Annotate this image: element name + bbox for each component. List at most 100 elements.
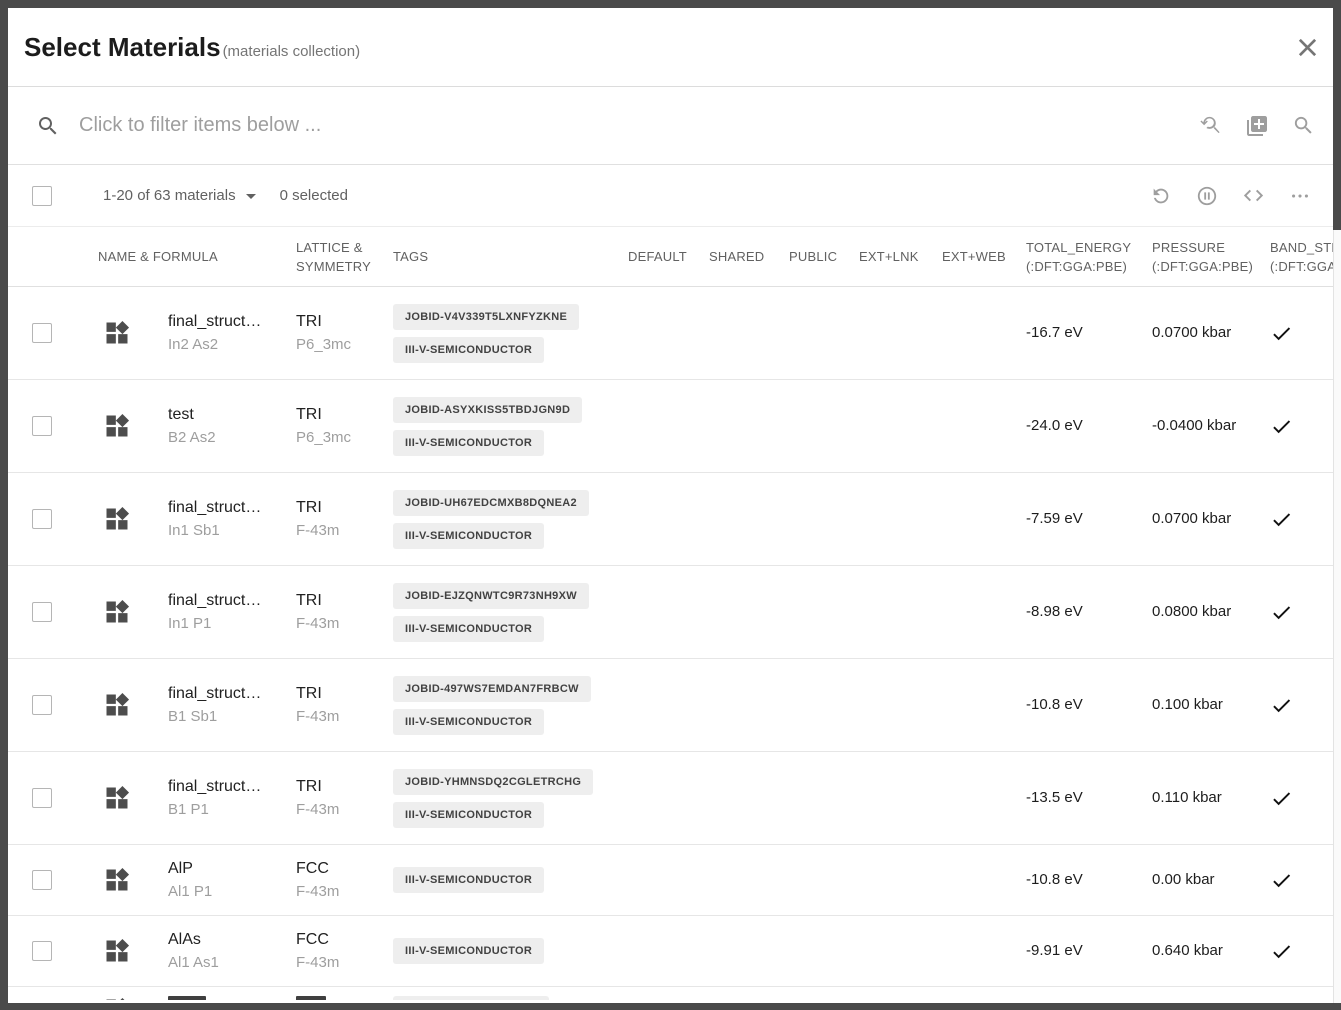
- material-widgets-icon: [103, 866, 168, 894]
- tag-chip: JOBID-ASYXKISS5TBDJGN9D: [393, 397, 582, 423]
- material-name: final_struct…: [168, 590, 288, 611]
- column-header-default: DEFAULT: [620, 247, 701, 266]
- band-structure-check-icon: [1270, 508, 1341, 531]
- table-row[interactable]: AlP Al1 P1 FCC F-43m III-V-SEMICONDUCTOR…: [8, 845, 1341, 916]
- total-energy-value: -7.59 eV: [1026, 510, 1083, 527]
- pressure-value: 0.0800 kbar: [1152, 603, 1231, 620]
- close-icon[interactable]: [1294, 34, 1321, 61]
- total-energy-value: -24.0 eV: [1026, 417, 1083, 434]
- table-header-row: NAME & FORMULA LATTICE & SYMMETRY TAGS D…: [8, 227, 1341, 287]
- pressure-value: 0.100 kbar: [1152, 696, 1223, 713]
- material-name-clipped: [168, 996, 288, 1000]
- material-formula: In2 As2: [168, 335, 288, 355]
- add-to-collection-icon[interactable]: [1245, 114, 1269, 138]
- tag-chip: III-V-SEMICONDUCTOR: [393, 523, 544, 549]
- column-header-lattice-symmetry: LATTICE & SYMMETRY: [288, 238, 385, 276]
- tag-chip: JOBID-YHMNSDQ2CGLETRCHG: [393, 769, 593, 795]
- tag-chip: III-V-SEMICONDUCTOR: [393, 802, 544, 828]
- material-widgets-icon: [103, 412, 168, 440]
- select-materials-dialog: Select Materials (materials collection): [8, 8, 1341, 1003]
- select-all-checkbox[interactable]: [32, 186, 52, 206]
- symmetry-group: F-43m: [296, 953, 385, 973]
- material-name: final_struct…: [168, 497, 288, 518]
- code-icon[interactable]: [1242, 184, 1265, 207]
- material-name: final_struct…: [168, 311, 288, 332]
- lattice-type: TRI: [296, 311, 385, 332]
- column-header-ext-web: EXT+WEB: [934, 247, 1018, 266]
- lattice-type: TRI: [296, 590, 385, 611]
- more-options-icon[interactable]: [1289, 185, 1311, 207]
- row-checkbox[interactable]: [32, 870, 52, 890]
- material-formula: B1 Sb1: [168, 707, 288, 727]
- band-structure-check-icon: [1270, 322, 1341, 345]
- material-formula: B1 P1: [168, 800, 288, 820]
- search-icon: [36, 114, 60, 138]
- total-energy-value: -10.8 eV: [1026, 871, 1083, 888]
- pressure-value: 0.0700 kbar: [1152, 324, 1231, 341]
- total-energy-value: -13.5 eV: [1026, 789, 1083, 806]
- tags-cell: JOBID-497WS7EMDAN7FRBCWIII-V-SEMICONDUCT…: [385, 676, 620, 735]
- total-energy-value: -16.7 eV: [1026, 324, 1083, 341]
- table-row-partial[interactable]: [8, 987, 1341, 1000]
- materials-table-body: final_struct… In2 As2 TRI P6_3mc JOBID-V…: [8, 287, 1341, 987]
- table-row[interactable]: final_struct… In1 P1 TRI F-43m JOBID-EJZ…: [8, 566, 1341, 659]
- symmetry-group: F-43m: [296, 521, 385, 541]
- band-structure-check-icon: [1270, 940, 1341, 963]
- symmetry-group: P6_3mc: [296, 335, 385, 355]
- column-header-name-formula: NAME & FORMULA: [98, 247, 288, 266]
- filter-input[interactable]: [79, 114, 1199, 137]
- table-row[interactable]: test B2 As2 TRI P6_3mc JOBID-ASYXKISS5TB…: [8, 380, 1341, 473]
- table-row[interactable]: final_struct… B1 P1 TRI F-43m JOBID-YHMN…: [8, 752, 1341, 845]
- pagination-dropdown[interactable]: 1-20 of 63 materials: [103, 187, 256, 204]
- material-widgets-icon: [103, 691, 168, 719]
- pause-circle-icon[interactable]: [1196, 185, 1218, 207]
- symmetry-group: F-43m: [296, 882, 385, 902]
- pressure-value: 0.0700 kbar: [1152, 510, 1231, 527]
- material-formula: Al1 As1: [168, 953, 288, 973]
- material-widgets-icon: [103, 505, 168, 533]
- pagination-range-label: 1-20 of 63 materials: [103, 187, 236, 204]
- filter-bar: [8, 87, 1341, 165]
- material-formula: B2 As2: [168, 428, 288, 448]
- material-widgets-icon: [103, 319, 168, 347]
- row-checkbox[interactable]: [32, 602, 52, 622]
- list-toolbar: 1-20 of 63 materials 0 selected: [8, 165, 1341, 227]
- tags-cell: JOBID-UH67EDCMXB8DQNEA2 III-V-SEMICONDUCT…: [385, 490, 620, 549]
- search-action-icon[interactable]: [1292, 114, 1315, 137]
- tag-chip: III-V-SEMICONDUCTOR: [393, 337, 544, 363]
- dialog-title: Select Materials: [24, 32, 221, 63]
- row-checkbox[interactable]: [32, 323, 52, 343]
- material-widgets-icon: [103, 996, 168, 1000]
- table-row[interactable]: AlAs Al1 As1 FCC F-43m III-V-SEMICONDUCT…: [8, 916, 1341, 987]
- search-history-icon[interactable]: [1199, 114, 1222, 137]
- lattice-type: FCC: [296, 858, 385, 879]
- row-checkbox[interactable]: [32, 695, 52, 715]
- tag-chip: JOBID-V4V339T5LXNFYZKNE: [393, 304, 579, 330]
- column-header-tags: TAGS: [385, 247, 620, 266]
- table-row[interactable]: final_struct… In2 As2 TRI P6_3mc JOBID-V…: [8, 287, 1341, 380]
- scrollbar-track[interactable]: [1333, 8, 1341, 1003]
- table-row[interactable]: final_struct… B1 Sb1 TRI F-43m JOBID-497…: [8, 659, 1341, 752]
- row-checkbox[interactable]: [32, 941, 52, 961]
- column-header-public: PUBLIC: [781, 247, 851, 266]
- column-header-pressure: PRESSURE (:DFT:GGA:PBE): [1144, 238, 1262, 276]
- tag-chip: JOBID-UH67EDCMXB8DQNEA2: [393, 490, 589, 516]
- refresh-icon[interactable]: [1150, 185, 1172, 207]
- row-checkbox[interactable]: [32, 509, 52, 529]
- band-structure-check-icon: [1270, 601, 1341, 624]
- table-row[interactable]: final_struct… In1 Sb1 TRI F-43m JOBID-UH…: [8, 473, 1341, 566]
- tags-cell: JOBID-YHMNSDQ2CGLETRCHG III-V-SEMICONDUCT…: [385, 769, 620, 828]
- row-checkbox[interactable]: [32, 788, 52, 808]
- material-name: test: [168, 404, 288, 425]
- dialog-subtitle: (materials collection): [223, 43, 361, 60]
- band-structure-check-icon: [1270, 694, 1341, 717]
- row-checkbox[interactable]: [32, 416, 52, 436]
- scrollbar-thumb[interactable]: [1333, 8, 1341, 230]
- tag-chip: III-V-SEMICONDUCTOR: [393, 867, 544, 893]
- lattice-type: TRI: [296, 776, 385, 797]
- chevron-down-icon: [246, 194, 256, 199]
- lattice-type: TRI: [296, 497, 385, 518]
- material-widgets-icon: [103, 784, 168, 812]
- material-name: AlAs: [168, 929, 288, 950]
- symmetry-group: F-43m: [296, 614, 385, 634]
